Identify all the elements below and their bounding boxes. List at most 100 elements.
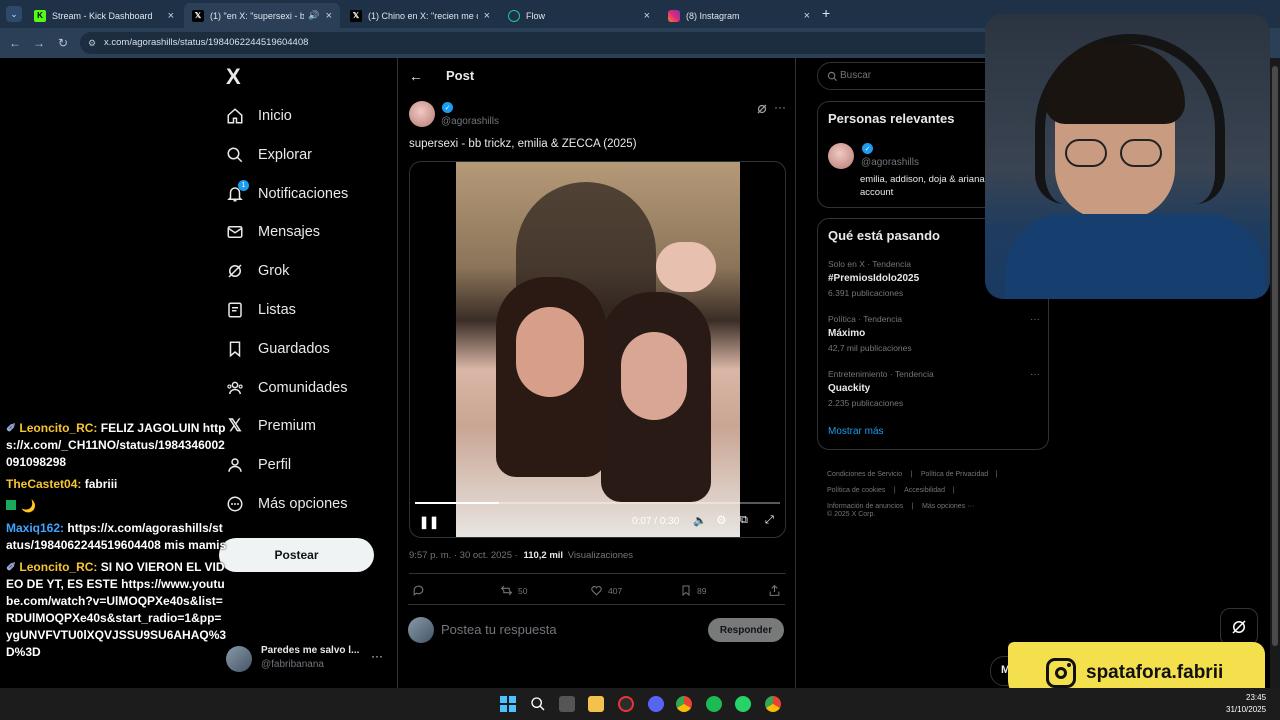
browser-tab[interactable]: K Stream - Kick Dashboard × <box>26 3 182 28</box>
sidebar-item-mensajes[interactable]: Mensajes <box>226 217 320 247</box>
author-avatar[interactable] <box>409 101 435 127</box>
file-explorer-icon[interactable] <box>588 696 604 712</box>
trend-item[interactable]: Política · Tendencia Máximo 42,7 mil pub… <box>828 314 1040 359</box>
taskbar: 23:45 31/10/2025 <box>0 688 1280 720</box>
tab-menu-button[interactable]: ⌄ <box>6 6 22 22</box>
close-tab-icon[interactable]: × <box>326 10 332 22</box>
whatsapp-icon[interactable] <box>735 696 751 712</box>
author-handle[interactable]: @agorashills <box>441 116 499 127</box>
more-icon[interactable]: ··· <box>1030 314 1040 325</box>
reply-button[interactable] <box>412 584 430 597</box>
reply-composer: Postea tu respuesta Responder <box>408 614 785 646</box>
pip-icon[interactable]: ⧉ <box>740 514 748 527</box>
sidebar-item-label: Guardados <box>258 341 330 357</box>
spotify-icon[interactable] <box>706 696 722 712</box>
home-icon <box>226 107 244 125</box>
relevant-handle[interactable]: @agorashills <box>861 157 919 168</box>
back-arrow-icon[interactable]: ← <box>409 68 423 84</box>
account-switcher[interactable]: Paredes me salvo l... @fabribanana ··· <box>226 642 386 676</box>
grok-icon <box>1232 620 1246 634</box>
close-tab-icon[interactable]: × <box>804 10 810 22</box>
show-more-link[interactable]: Mostrar más <box>828 426 884 437</box>
site-info-icon[interactable]: ⚙ <box>88 32 96 54</box>
reply-submit-button[interactable]: Responder <box>708 618 784 642</box>
back-icon[interactable]: ← <box>9 36 21 50</box>
relevant-bio: emilia, addison, doja & ariana account <box>860 174 985 198</box>
sidebar-item-guardados[interactable]: Guardados <box>226 334 330 364</box>
footer-link[interactable]: Política de Privacidad <box>921 471 988 478</box>
browser-tab[interactable]: 𝕏 (1) Chino en X: "recien me cruc × <box>342 3 498 28</box>
reload-icon[interactable]: ↻ <box>58 36 68 50</box>
trend-item[interactable]: Entretenimiento · Tendencia Quackity 2.2… <box>828 369 1040 414</box>
browser-tab-active[interactable]: 𝕏 (1) "en X: "supersexi - bb tri 🔊 × <box>184 3 340 28</box>
like-button[interactable]: 407 <box>590 584 622 597</box>
grok-float-button[interactable] <box>1220 608 1258 646</box>
sidebar-item-notificaciones[interactable]: 1 Notificaciones <box>226 179 348 209</box>
instagram-icon <box>1046 658 1076 688</box>
avatar[interactable] <box>828 143 854 169</box>
post-timestamp[interactable]: 9:57 p. m. · 30 oct. 2025 · <box>409 550 518 561</box>
sidebar-item-grok[interactable]: Grok <box>226 256 289 286</box>
browser-tab[interactable]: (8) Instagram × <box>660 3 818 28</box>
task-view-icon[interactable] <box>559 696 575 712</box>
footer-link[interactable]: Condiciones de Servicio <box>827 471 902 478</box>
chrome-icon[interactable] <box>676 696 692 712</box>
search-input[interactable]: Buscar <box>840 70 871 81</box>
sidebar-item-inicio[interactable]: Inicio <box>226 101 292 131</box>
trend-meta: Entretenimiento · Tendencia <box>828 369 934 379</box>
close-tab-icon[interactable]: × <box>168 10 174 22</box>
grok-icon[interactable] <box>756 102 768 120</box>
like-count: 407 <box>608 585 623 596</box>
chat-user: Leoncito_RC: <box>19 560 98 574</box>
list-icon <box>226 301 244 319</box>
close-tab-icon[interactable]: × <box>644 10 650 22</box>
more-icon[interactable]: ··· <box>774 100 786 114</box>
start-icon[interactable] <box>500 696 516 712</box>
scrollbar[interactable] <box>1270 58 1280 688</box>
sidebar-item-explorar[interactable]: Explorar <box>226 140 312 170</box>
browser-tab[interactable]: Flow × <box>500 3 658 28</box>
trend-name: Quackity <box>828 383 871 394</box>
x-logo[interactable]: X <box>226 64 241 90</box>
retweet-button[interactable]: 50 <box>500 584 527 597</box>
sidebar-item-label: Comunidades <box>258 380 348 396</box>
share-button[interactable] <box>768 584 786 597</box>
close-tab-icon[interactable]: × <box>484 10 490 22</box>
sidebar-item-listas[interactable]: Listas <box>226 295 296 325</box>
sidebar-item-premium[interactable]: 𝕏 Premium <box>226 411 316 441</box>
new-tab-button[interactable]: + <box>822 5 830 21</box>
more-icon[interactable]: ··· <box>1030 369 1040 380</box>
x-icon: 𝕏 <box>228 416 242 435</box>
audio-icon[interactable]: 🔊 <box>308 10 319 21</box>
volume-icon[interactable]: 🔈 <box>693 514 707 527</box>
pause-icon[interactable]: ❚❚ <box>419 515 439 529</box>
video-progress-track[interactable] <box>415 502 780 504</box>
discord-icon[interactable] <box>648 696 664 712</box>
fullscreen-icon[interactable]: ⤢ <box>765 514 774 527</box>
bookmark-button[interactable]: 89 <box>680 584 706 597</box>
app-icon[interactable] <box>618 696 634 712</box>
clock-date: 31/10/2025 <box>1226 705 1267 714</box>
webcam-overlay <box>985 14 1270 299</box>
chat-message: Maxiq162: https://x.com/agorashills/stat… <box>6 520 228 554</box>
video-player[interactable]: ❚❚ 0:07 / 0:30 🔈 ⚙ ⧉ ⤢ <box>409 161 786 538</box>
footer-link[interactable]: Más opciones ··· <box>922 503 974 510</box>
scrollbar-thumb[interactable] <box>1272 66 1278 646</box>
sidebar-item-comunidades[interactable]: Comunidades <box>226 373 347 403</box>
forward-icon[interactable]: → <box>33 36 45 50</box>
person-face <box>516 307 584 397</box>
post-text: supersexi - bb trickz, emilia & ZECCA (2… <box>409 138 637 150</box>
sidebar-item-mas-opciones[interactable]: Más opciones <box>226 489 347 519</box>
more-icon[interactable]: ··· <box>371 649 383 663</box>
sidebar-item-perfil[interactable]: Perfil <box>226 450 291 480</box>
chrome-icon-active[interactable] <box>765 696 781 712</box>
settings-icon[interactable]: ⚙ <box>716 513 727 527</box>
tab-title: Stream - Kick Dashboard <box>52 10 153 21</box>
reply-input[interactable]: Postea tu respuesta <box>441 622 557 637</box>
search-icon[interactable] <box>530 696 546 712</box>
post-button[interactable]: Postear <box>219 538 374 572</box>
footer-link[interactable]: Información de anuncios <box>827 503 903 510</box>
footer-link[interactable]: Política de cookies <box>827 487 885 494</box>
grok-icon <box>226 262 244 280</box>
footer-link[interactable]: Accesibilidad <box>904 487 945 494</box>
